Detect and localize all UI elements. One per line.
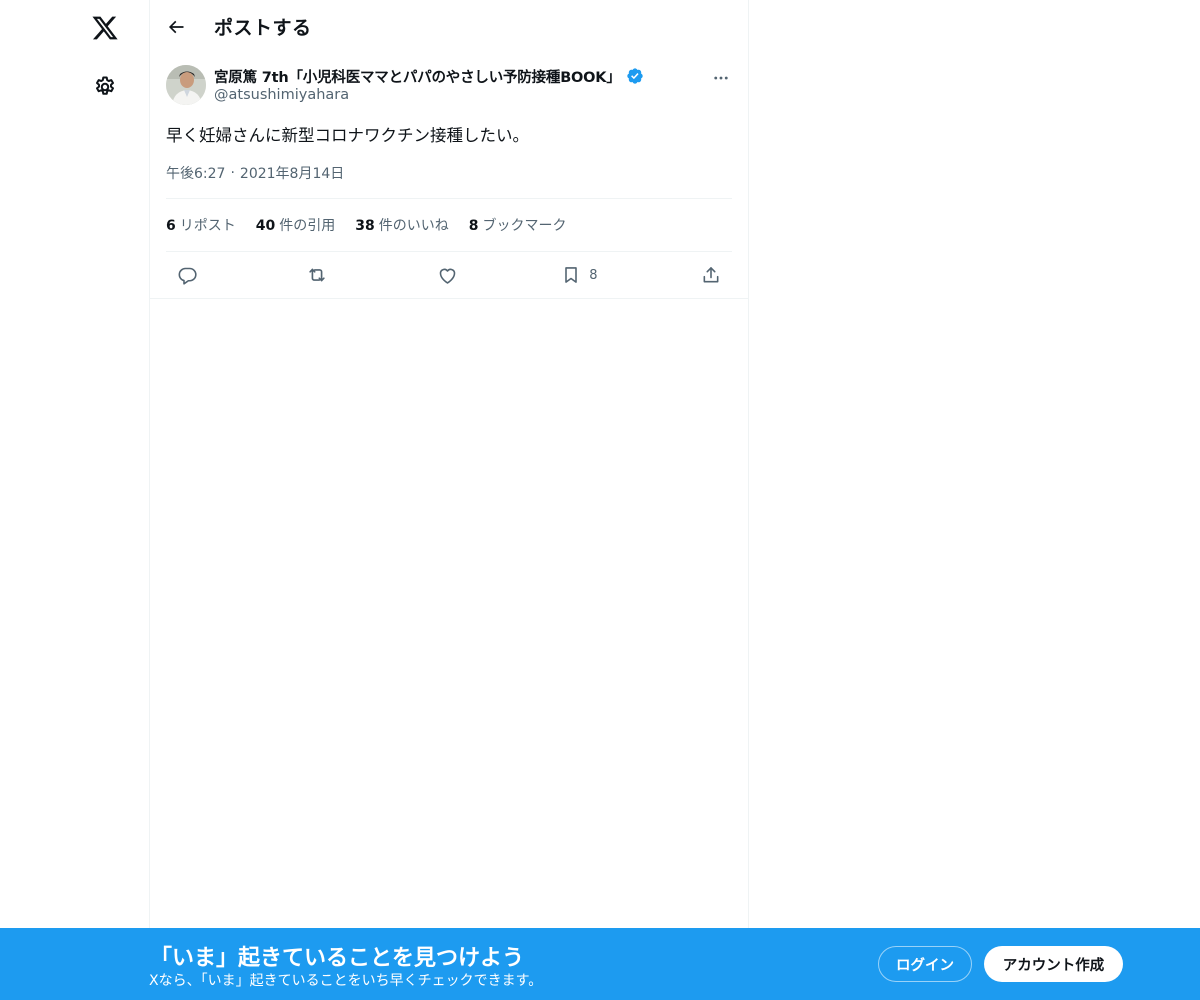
quotes-count: 40 (255, 218, 276, 234)
display-name[interactable]: 宮原篤 7th「小児科医ママとパパのやさしい予防接種BOOK」 (214, 66, 621, 87)
heart-icon (440, 268, 456, 284)
stat-quotes[interactable]: 40 件の引用 (256, 215, 335, 235)
like-button[interactable] (431, 258, 465, 292)
bookmark-button[interactable]: 8 (561, 258, 598, 292)
main-column: ポストする 宮原篤 7th「小児科医ママとパパのやさしい予防接種BOOK」 @a… (149, 0, 749, 1000)
timestamp-separator: · (230, 165, 235, 181)
banner-title: 「いま」起きていることを見つけよう (150, 946, 525, 971)
left-nav (0, 0, 150, 1000)
more-options-icon[interactable] (706, 63, 736, 93)
avatar[interactable] (166, 65, 206, 105)
gear-icon[interactable] (81, 63, 129, 111)
repost-button[interactable] (300, 258, 334, 292)
quotes-label: 件の引用 (279, 218, 336, 234)
banner-subtitle: Xなら、「いま」起きていることをいち早くチェックできます。 (149, 973, 543, 989)
stat-bookmarks[interactable]: 8 ブックマーク (469, 215, 567, 235)
share-icon (703, 267, 719, 283)
post-time[interactable]: 午後6:27 (166, 163, 225, 183)
verified-badge-icon (626, 67, 644, 85)
x-logo-icon[interactable] (81, 4, 129, 52)
author-row: 宮原篤 7th「小児科医ママとパパのやさしい予防接種BOOK」 @atsushi… (166, 65, 732, 109)
repost-icon (309, 268, 326, 282)
author-info: 宮原篤 7th「小児科医ママとパパのやさしい予防接種BOOK」 @atsushi… (214, 65, 706, 103)
create-account-button[interactable]: アカウント作成 (984, 946, 1123, 982)
share-button[interactable] (694, 258, 728, 292)
reposts-count: 6 (166, 218, 176, 234)
page: ポストする 宮原篤 7th「小児科医ママとパパのやさしい予防接種BOOK」 @a… (0, 0, 1200, 1000)
reply-icon (178, 267, 197, 285)
bookmarks-label: ブックマーク (482, 218, 567, 234)
signup-banner: 「いま」起きていることを見つけよう Xなら、「いま」起きていることをいち早くチェ… (0, 928, 1200, 1000)
arrow-left-icon[interactable] (158, 9, 194, 45)
bookmark-count: 8 (589, 267, 598, 283)
author-handle[interactable]: @atsushimiyahara (214, 87, 706, 103)
post-date[interactable]: 2021年8月14日 (240, 163, 344, 183)
name-line: 宮原篤 7th「小児科医ママとパパのやさしい予防接種BOOK」 (214, 66, 706, 86)
login-button[interactable]: ログイン (878, 946, 972, 982)
bookmark-icon (565, 267, 578, 283)
post-actions: 8 (150, 252, 748, 299)
stat-likes[interactable]: 38 件のいいね (355, 215, 448, 235)
likes-count: 38 (355, 218, 375, 234)
post: 宮原篤 7th「小児科医ママとパパのやさしい予防接種BOOK」 @atsushi… (150, 53, 748, 299)
stat-reposts[interactable]: 6 リポスト (166, 215, 236, 235)
page-title: ポストする (214, 17, 312, 39)
post-timestamp[interactable]: 午後6:27 · 2021年8月14日 (166, 163, 732, 183)
post-text: 早く妊婦さんに新型コロナワクチン接種したい。 (166, 126, 529, 145)
page-header: ポストする (150, 0, 748, 53)
reposts-label: リポスト (179, 218, 236, 234)
reply-button[interactable] (170, 258, 204, 292)
bookmarks-count: 8 (468, 218, 479, 234)
likes-label: 件のいいね (378, 218, 449, 234)
post-stats: 6 リポスト 40 件の引用 38 件のいいね 8 ブックマーク (166, 198, 732, 252)
